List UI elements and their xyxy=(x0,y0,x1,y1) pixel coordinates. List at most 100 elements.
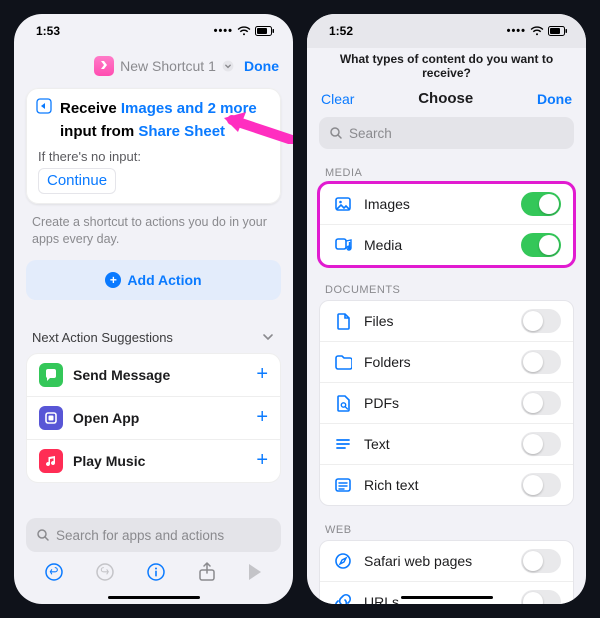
undo-button[interactable] xyxy=(44,562,64,587)
search-input[interactable]: Search xyxy=(319,117,574,149)
phone-type-picker: 1:52 •••• What types of content do you w… xyxy=(307,14,586,604)
plus-circle-icon: + xyxy=(105,272,121,288)
play-button[interactable] xyxy=(247,563,263,586)
text-icon xyxy=(332,435,354,453)
suggestion-send-message[interactable]: Send Message + xyxy=(27,354,280,396)
toggle-switch[interactable] xyxy=(521,391,561,415)
editor-nav: New Shortcut 1 Done xyxy=(14,48,293,84)
type-label: Media xyxy=(364,237,521,253)
type-row-text[interactable]: Text xyxy=(320,423,573,464)
toggle-switch[interactable] xyxy=(521,549,561,573)
type-label: Text xyxy=(364,436,521,452)
type-row-rich-text[interactable]: Rich text xyxy=(320,464,573,505)
section-label: DOCUMENTS xyxy=(307,276,586,300)
type-row-images[interactable]: Images xyxy=(320,184,573,224)
wifi-icon xyxy=(237,26,251,36)
done-button[interactable]: Done xyxy=(537,91,572,107)
suggestion-open-app[interactable]: Open App + xyxy=(27,396,280,439)
toggle-switch[interactable] xyxy=(521,192,561,216)
folder-icon xyxy=(332,353,354,371)
editor-toolbar xyxy=(14,556,293,592)
type-label: Images xyxy=(364,196,521,212)
done-button[interactable]: Done xyxy=(244,58,279,74)
music-icon xyxy=(39,449,63,473)
type-row-urls[interactable]: URLs xyxy=(320,581,573,604)
type-row-files[interactable]: Files xyxy=(320,301,573,341)
open-app-icon xyxy=(39,406,63,430)
phone-shortcut-editor: 1:53 •••• New Shortcut 1 Done Receive Im… xyxy=(14,14,293,604)
chevron-down-icon xyxy=(261,330,275,344)
receive-input-card[interactable]: Receive Images and 2 more input from Sha… xyxy=(26,88,281,204)
media-icon xyxy=(332,236,354,254)
home-indicator xyxy=(108,596,200,599)
type-group: Safari web pagesURLsArticles xyxy=(319,540,574,604)
toggle-switch[interactable] xyxy=(521,473,561,497)
suggestions-header: Next Action Suggestions xyxy=(32,330,173,345)
shortcuts-app-icon xyxy=(94,56,114,76)
type-row-safari-web-pages[interactable]: Safari web pages xyxy=(320,541,573,581)
message-icon xyxy=(39,363,63,387)
toggle-switch[interactable] xyxy=(521,350,561,374)
suggestion-label: Play Music xyxy=(73,453,256,469)
add-action-label: Add Action xyxy=(127,272,201,288)
status-bar: 1:52 •••• xyxy=(307,14,586,48)
suggestions-header-row[interactable]: Next Action Suggestions xyxy=(14,314,293,353)
file-icon xyxy=(332,312,354,330)
type-label: Rich text xyxy=(364,477,521,493)
help-text: Create a shortcut to actions you do in y… xyxy=(14,214,293,260)
chevron-down-icon xyxy=(222,60,234,72)
toggle-switch[interactable] xyxy=(521,309,561,333)
no-input-label: If there's no input: xyxy=(38,149,269,164)
search-input[interactable]: Search for apps and actions xyxy=(26,518,281,552)
status-time: 1:52 xyxy=(329,24,353,38)
toggle-switch[interactable] xyxy=(521,590,561,604)
type-label: PDFs xyxy=(364,395,521,411)
info-button[interactable] xyxy=(146,562,166,587)
search-placeholder: Search for apps and actions xyxy=(56,528,224,543)
suggestion-label: Open App xyxy=(73,410,256,426)
suggestions-list: Send Message + Open App + Play Music + xyxy=(26,353,281,483)
type-group: Files Folders PDFs Text Rich text xyxy=(319,300,574,506)
share-sheet-link[interactable]: Share Sheet xyxy=(138,123,225,140)
shortcut-title: New Shortcut 1 xyxy=(120,58,216,74)
type-label: Files xyxy=(364,313,521,329)
add-suggestion-button[interactable]: + xyxy=(256,363,268,386)
modal-title: Choose xyxy=(418,90,473,107)
shortcut-title-row[interactable]: New Shortcut 1 xyxy=(94,56,234,76)
type-label: Folders xyxy=(364,354,521,370)
share-button[interactable] xyxy=(198,562,216,587)
add-suggestion-button[interactable]: + xyxy=(256,406,268,429)
type-row-pdfs[interactable]: PDFs xyxy=(320,382,573,423)
pdf-icon xyxy=(332,394,354,412)
redo-button xyxy=(95,562,115,587)
status-bar: 1:53 •••• xyxy=(14,14,293,48)
toggle-switch[interactable] xyxy=(521,233,561,257)
type-label: Safari web pages xyxy=(364,553,521,569)
richtext-icon xyxy=(332,476,354,494)
suggestion-play-music[interactable]: Play Music + xyxy=(27,439,280,482)
wifi-icon xyxy=(530,26,544,36)
status-time: 1:53 xyxy=(36,24,60,38)
modal-nav: Clear Choose Done xyxy=(307,90,586,117)
type-row-folders[interactable]: Folders xyxy=(320,341,573,382)
section-label: WEB xyxy=(307,516,586,540)
search-placeholder: Search xyxy=(349,126,392,141)
battery-icon xyxy=(255,26,275,36)
home-indicator xyxy=(401,596,493,599)
safari-icon xyxy=(332,552,354,570)
toggle-switch[interactable] xyxy=(521,432,561,456)
section-label: MEDIA xyxy=(307,159,586,183)
search-icon xyxy=(329,126,343,140)
add-action-button[interactable]: + Add Action xyxy=(26,260,281,300)
add-suggestion-button[interactable]: + xyxy=(256,449,268,472)
type-row-media[interactable]: Media xyxy=(320,224,573,265)
link-icon xyxy=(332,593,354,604)
type-group: Images Media xyxy=(319,183,574,266)
image-icon xyxy=(332,195,354,213)
receive-line: Receive Images and 2 more input from Sha… xyxy=(60,98,269,143)
continue-pill[interactable]: Continue xyxy=(38,168,116,194)
input-types-link[interactable]: Images and 2 more xyxy=(121,100,257,117)
suggestion-label: Send Message xyxy=(73,367,256,383)
clear-button[interactable]: Clear xyxy=(321,91,354,107)
modal-question: What types of content do you want to rec… xyxy=(307,48,586,90)
